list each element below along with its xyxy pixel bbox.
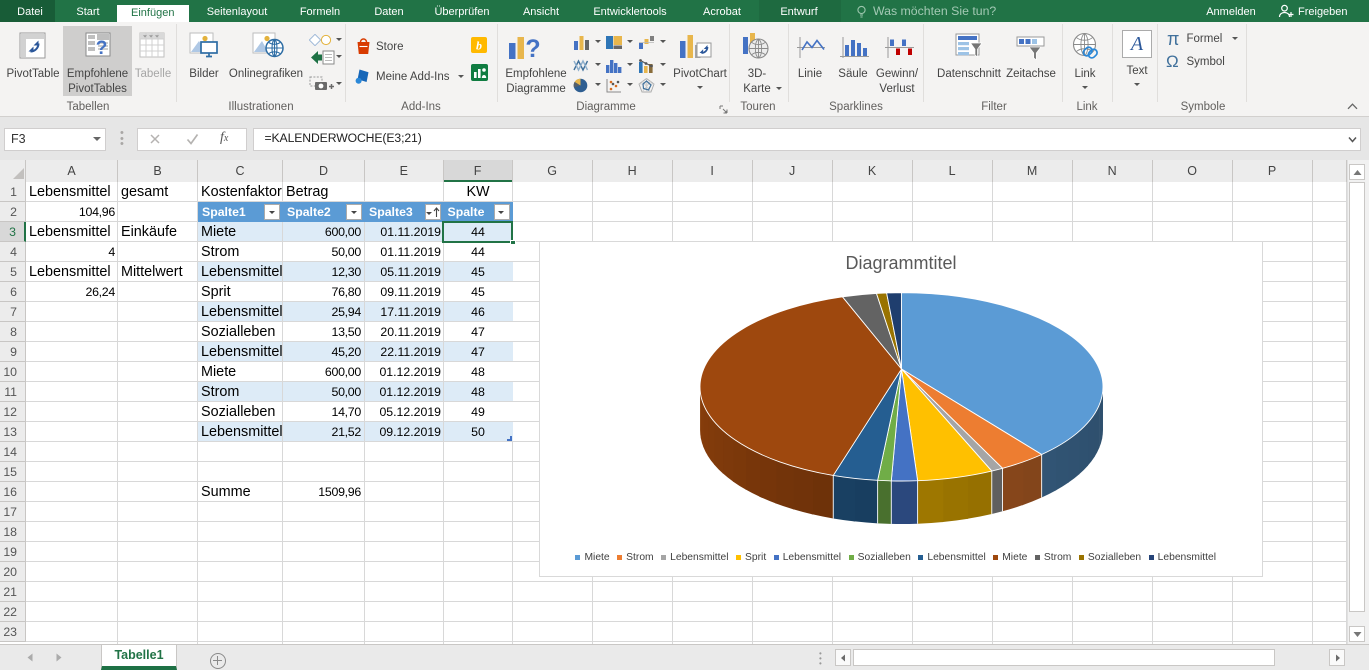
svg-text:b: b <box>476 39 482 53</box>
svg-text:?: ? <box>525 35 540 60</box>
svg-text:?: ? <box>96 38 108 57</box>
